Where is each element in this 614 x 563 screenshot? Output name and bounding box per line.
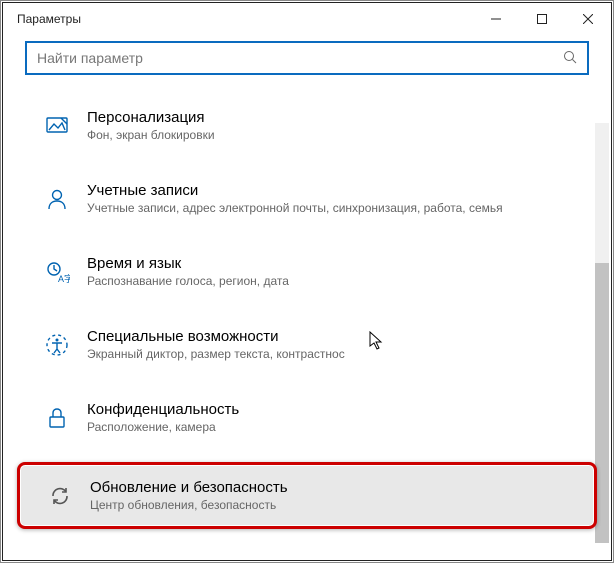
item-title: Учетные записи (87, 182, 503, 199)
item-subtitle: Распознавание голоса, регион, дата (87, 274, 289, 288)
search-input[interactable] (25, 41, 589, 75)
settings-item-privacy[interactable]: Конфиденциальность Расположение, камера (3, 389, 611, 446)
item-subtitle: Фон, экран блокировки (87, 128, 215, 142)
item-title: Конфиденциальность (87, 401, 239, 418)
time-language-icon: A字 (41, 256, 73, 288)
settings-item-accounts[interactable]: Учетные записи Учетные записи, адрес эле… (3, 170, 611, 227)
update-security-icon (44, 480, 76, 512)
settings-item-accessibility[interactable]: Специальные возможности Экранный диктор,… (3, 316, 611, 373)
close-button[interactable] (565, 3, 611, 35)
item-title: Персонализация (87, 109, 215, 126)
maximize-button[interactable] (519, 3, 565, 35)
item-subtitle: Расположение, камера (87, 420, 239, 434)
svg-text:A字: A字 (58, 273, 70, 284)
accounts-icon (41, 183, 73, 215)
search-icon (563, 50, 577, 67)
settings-item-time-language[interactable]: A字 Время и язык Распознавание голоса, ре… (3, 243, 611, 300)
privacy-icon (41, 402, 73, 434)
settings-item-personalization[interactable]: Персонализация Фон, экран блокировки (3, 97, 611, 154)
item-subtitle: Экранный диктор, размер текста, контраст… (87, 347, 345, 361)
minimize-button[interactable] (473, 3, 519, 35)
window-title: Параметры (17, 12, 81, 26)
item-subtitle: Учетные записи, адрес электронной почты,… (87, 201, 503, 215)
accessibility-icon (41, 329, 73, 361)
item-title: Время и язык (87, 255, 289, 272)
item-subtitle: Центр обновления, безопасность (90, 498, 288, 512)
item-title: Специальные возможности (87, 328, 345, 345)
item-title: Обновление и безопасность (90, 479, 288, 496)
search-field[interactable] (37, 50, 563, 66)
settings-item-update-security[interactable]: Обновление и безопасность Центр обновлен… (17, 462, 597, 529)
personalization-icon (41, 110, 73, 142)
